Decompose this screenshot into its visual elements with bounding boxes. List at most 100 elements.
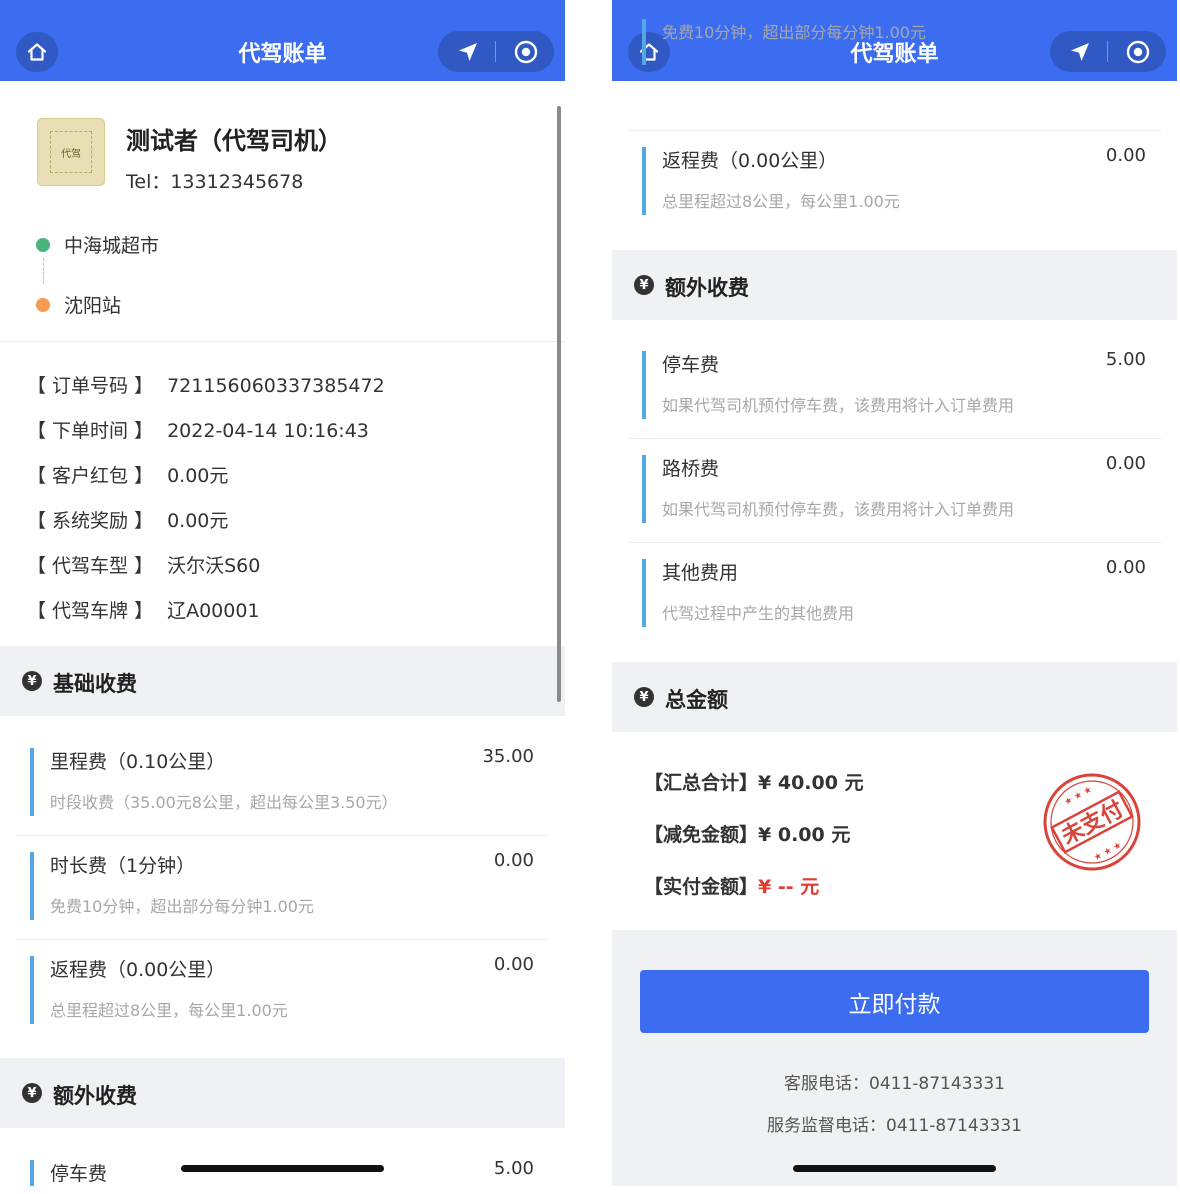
fee-item-return: 返程费（0.00公里） 总里程超过8公里，每公里1.00元 0.00	[16, 940, 549, 1044]
discount-label: 【减免金额】	[644, 824, 759, 846]
footer-area: 立即付款 客服电话：0411-87143331 服务监督电话：0411-8714…	[612, 930, 1177, 1186]
start-location: 中海城超市	[64, 235, 160, 257]
service-phone[interactable]: 客服电话：0411-87143331	[612, 1069, 1177, 1094]
start-dot-icon	[36, 237, 50, 252]
fee-item-other: 其他费用 代驾过程中产生的其他费用 0.00	[628, 543, 1161, 647]
yen-icon: ¥	[22, 671, 42, 691]
section-title: 额外收费	[665, 276, 749, 300]
driver-tel[interactable]: Tel：13312345678	[126, 167, 303, 194]
order-time-value: 2022-04-14 10:16:43	[167, 420, 369, 442]
red-packet-value: 0.00元	[167, 465, 229, 487]
discount-row: 【减免金额】¥ 0.00 元	[644, 820, 850, 847]
end-dot-icon	[36, 297, 50, 312]
red-packet-row: 【 客户红包 】 0.00元	[27, 461, 228, 488]
accent-bar	[642, 19, 646, 65]
section-title: 总金额	[665, 688, 728, 712]
total-row: 【汇总合计】¥ 40.00 元	[644, 768, 864, 795]
fee-description: 如果代驾司机预付停车费，该费用将计入订单费用	[662, 500, 1015, 519]
order-time-label: 【 下单时间 】	[27, 420, 154, 442]
accent-bar	[30, 748, 34, 816]
accent-bar	[30, 956, 34, 1024]
bill-screen-bottom: 代驾账单 免费10分钟，超出部分每分钟1.00元 返程费（0.00公里） 总里程…	[612, 0, 1177, 1186]
yen-icon: ¥	[634, 275, 654, 295]
location-arrow-icon[interactable]	[456, 40, 480, 64]
order-time-row: 【 下单时间 】 2022-04-14 10:16:43	[27, 416, 369, 443]
total-summary: 【汇总合计】¥ 40.00 元 【减免金额】¥ 0.00 元 【实付金额】¥ -…	[612, 732, 1177, 930]
fee-item-parking: 停车费 如果代驾司机预付停车费，该费用将计入订单费用 5.00	[628, 335, 1161, 439]
record-icon[interactable]	[513, 39, 539, 65]
divider	[0, 341, 565, 342]
miniprogram-capsule	[438, 31, 554, 72]
order-number-value: 721156060337385472	[167, 375, 385, 397]
fee-amount: 0.00	[1105, 145, 1146, 166]
car-model-value: 沃尔沃S60	[167, 555, 261, 577]
car-model-label: 【 代驾车型 】	[27, 555, 154, 577]
end-location: 沈阳站	[64, 295, 122, 317]
fee-description: 如果代驾司机预付停车费，该费用将计入订单费用	[662, 396, 1015, 415]
fee-name: 里程费（0.10公里）	[50, 751, 226, 773]
route-connector	[43, 258, 44, 284]
fee-amount: 5.00	[493, 1158, 534, 1179]
red-packet-label: 【 客户红包 】	[27, 465, 154, 487]
section-title: 基础收费	[53, 672, 137, 696]
section-total: ¥ 总金额	[612, 662, 1177, 732]
fee-name: 时长费（1分钟）	[50, 855, 196, 877]
fee-description: 代驾过程中产生的其他费用	[662, 604, 855, 623]
car-plate-value: 辽A00001	[167, 600, 260, 622]
scrollbar[interactable]	[557, 106, 561, 702]
supervision-phone[interactable]: 服务监督电话：0411-87143331	[612, 1111, 1177, 1136]
order-number-label: 【 订单号码 】	[27, 375, 154, 397]
avatar-image: 代驾	[50, 131, 92, 173]
fee-name: 路桥费	[662, 458, 720, 480]
accent-bar	[30, 852, 34, 920]
fee-item-duration: 免费10分钟，超出部分每分钟1.00元	[628, 19, 1161, 131]
fee-description: 总里程超过8公里，每公里1.00元	[662, 192, 900, 211]
accent-bar	[642, 147, 646, 215]
fee-item-return: 返程费（0.00公里） 总里程超过8公里，每公里1.00元 0.00	[628, 131, 1161, 235]
system-reward-label: 【 系统奖励 】	[27, 510, 154, 532]
system-reward-row: 【 系统奖励 】 0.00元	[27, 506, 228, 533]
fee-description: 总里程超过8公里，每公里1.00元	[50, 1001, 288, 1020]
fee-name: 返程费（0.00公里）	[50, 959, 226, 981]
yen-icon: ¥	[22, 1083, 42, 1103]
driver-name: 测试者（代驾司机）	[126, 127, 342, 155]
pay-now-button[interactable]: 立即付款	[640, 970, 1149, 1033]
yen-icon: ¥	[634, 687, 654, 707]
accent-bar	[30, 1160, 34, 1186]
paid-row: 【实付金额】¥ -- 元	[644, 872, 819, 899]
fee-name: 其他费用	[662, 562, 739, 584]
home-indicator[interactable]	[793, 1165, 996, 1172]
fee-amount: 0.00	[493, 954, 534, 975]
fee-name: 停车费	[50, 1163, 108, 1185]
discount-value: ¥ 0.00 元	[758, 824, 851, 846]
fee-name: 停车费	[662, 354, 720, 376]
bill-screen-top: 代驾账单 代驾 测试者（代驾司机） Tel：13312345678 中海城超市	[0, 0, 565, 1186]
system-reward-value: 0.00元	[167, 510, 229, 532]
svg-text:★ ★ ★: ★ ★ ★	[1063, 785, 1094, 808]
section-extra-fee: ¥ 额外收费	[0, 1058, 565, 1128]
paid-label: 【实付金额】	[644, 876, 759, 898]
fee-item-toll: 路桥费 如果代驾司机预付停车费，该费用将计入订单费用 0.00	[628, 439, 1161, 543]
avatar: 代驾	[37, 118, 105, 186]
fee-description: 时段收费（35.00元8公里，超出每公里3.50元）	[50, 793, 398, 812]
fee-description: 免费10分钟，超出部分每分钟1.00元	[662, 23, 926, 42]
total-label: 【汇总合计】	[644, 772, 759, 794]
car-model-row: 【 代驾车型 】沃尔沃S60	[27, 551, 260, 578]
fee-amount: 0.00	[1105, 453, 1146, 474]
fee-amount: 5.00	[1105, 349, 1146, 370]
car-plate-label: 【 代驾车牌 】	[27, 600, 154, 622]
accent-bar	[642, 559, 646, 627]
driver-card: 代驾 测试者（代驾司机） Tel：13312345678 中海城超市 沈阳站	[0, 81, 565, 341]
fee-item-duration: 时长费（1分钟） 免费10分钟，超出部分每分钟1.00元 0.00	[16, 836, 549, 940]
home-indicator[interactable]	[181, 1165, 384, 1172]
accent-bar	[642, 455, 646, 523]
route-start: 中海城超市	[36, 231, 159, 258]
capsule-divider	[495, 41, 496, 62]
section-title: 额外收费	[53, 1084, 137, 1108]
fee-item-mileage: 里程费（0.10公里） 时段收费（35.00元8公里，超出每公里3.50元） 3…	[16, 732, 549, 836]
paid-value: ¥ -- 元	[758, 876, 820, 898]
fee-description: 免费10分钟，超出部分每分钟1.00元	[50, 897, 314, 916]
fee-amount: 0.00	[493, 850, 534, 871]
fee-amount: 0.00	[1105, 557, 1146, 578]
accent-bar	[642, 351, 646, 419]
